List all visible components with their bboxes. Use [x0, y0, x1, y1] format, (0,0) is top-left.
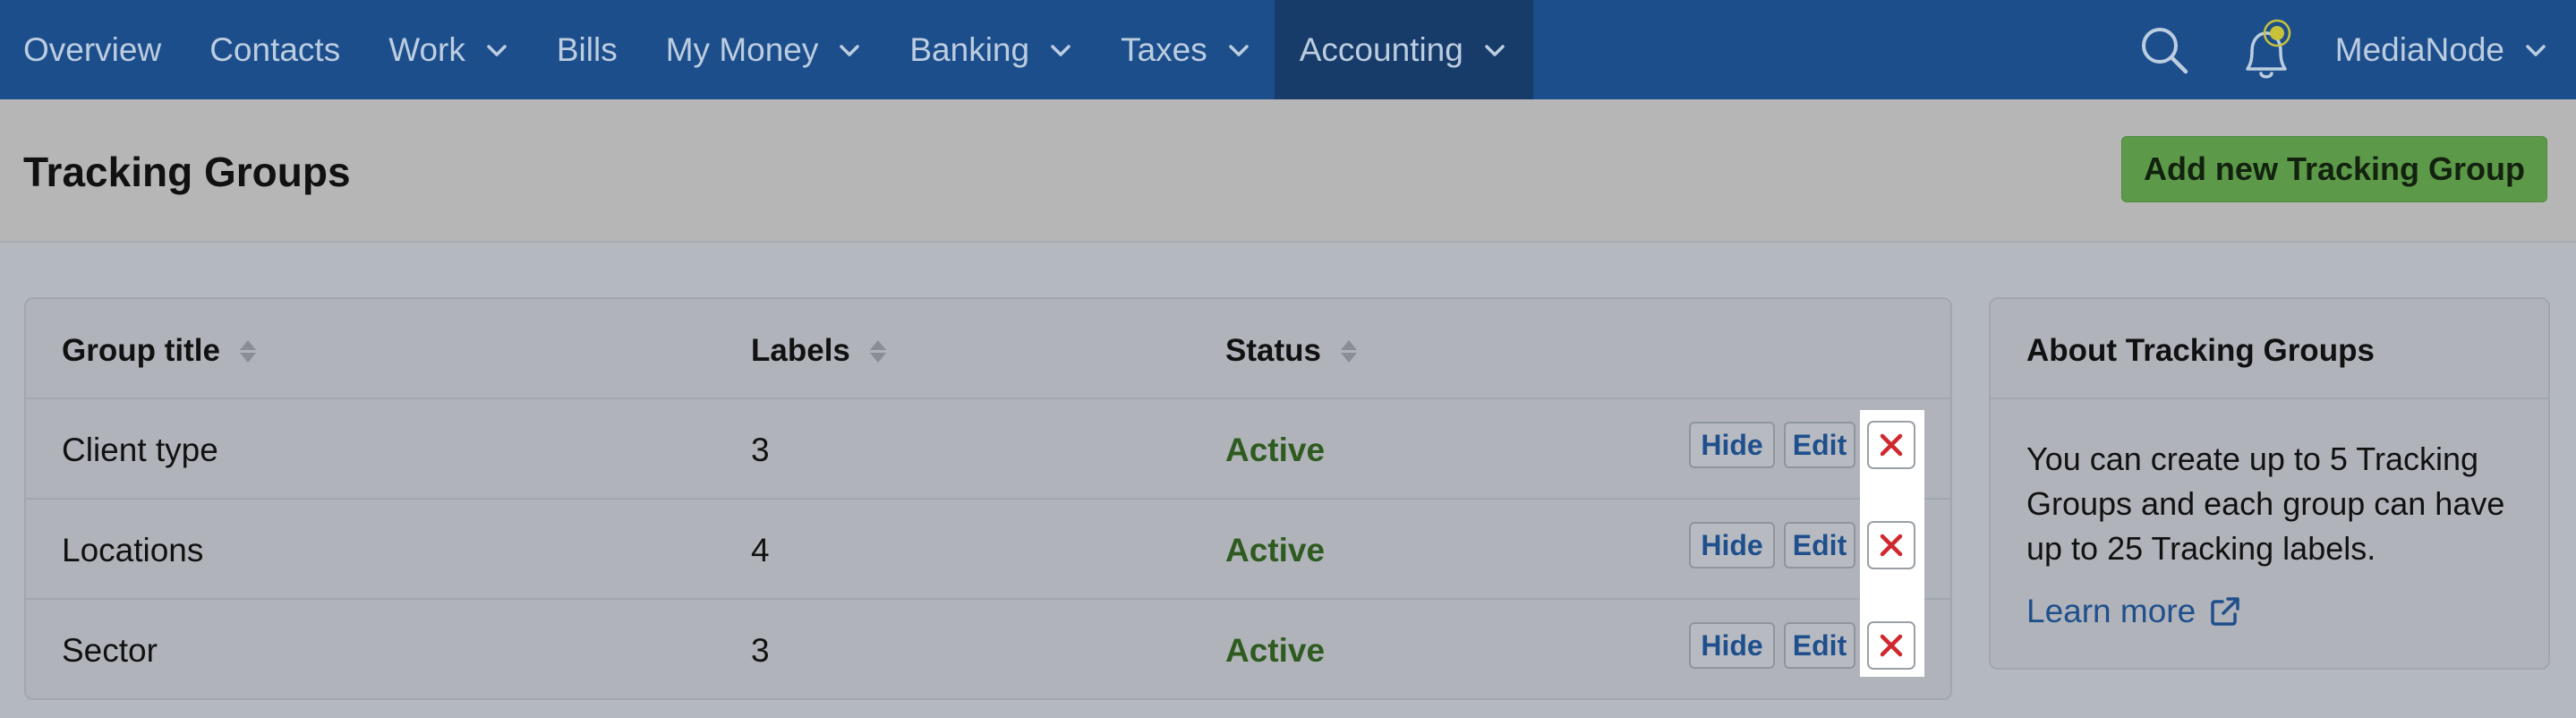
column-label: Labels [751, 333, 850, 368]
delete-button[interactable] [1867, 521, 1915, 569]
nav-item-bills[interactable]: Bills [533, 0, 642, 99]
page-title: Tracking Groups [23, 149, 351, 195]
sort-icon [239, 339, 256, 363]
add-tracking-group-button[interactable]: Add new Tracking Group [2120, 136, 2547, 202]
edit-button[interactable]: Edit [1784, 422, 1855, 468]
nav-label: Work [388, 30, 465, 68]
chevron-down-icon [840, 44, 860, 56]
delete-button[interactable] [1867, 421, 1915, 469]
nav-label: Accounting [1299, 30, 1463, 68]
hide-button[interactable]: Hide [1689, 622, 1775, 669]
table-row: Client type 3 Active Hide Edit [26, 399, 1950, 500]
chevron-down-icon [1485, 44, 1505, 56]
about-text: You can create up to 5 Tracking Groups a… [2026, 440, 2505, 567]
about-tracking-groups-panel: About Tracking Groups You can create up … [1989, 297, 2550, 670]
nav-label: Taxes [1121, 30, 1207, 68]
tracking-groups-table: Group title Labels Status Client type 3 … [24, 297, 1952, 700]
nav-item-banking[interactable]: Banking [885, 0, 1096, 99]
nav-item-contacts[interactable]: Contacts [185, 0, 364, 99]
about-body: You can create up to 5 Tracking Groups a… [1991, 399, 2548, 634]
user-name: MediaNode [2334, 30, 2504, 68]
learn-more-link[interactable]: Learn more [2026, 589, 2521, 634]
column-header-group-title[interactable]: Group title [62, 333, 256, 369]
sort-icon [1340, 339, 1357, 363]
nav-label: Banking [909, 30, 1030, 68]
close-icon [1880, 534, 1903, 557]
nav-right-group: MediaNode [2133, 0, 2576, 99]
labels-count-cell: 3 [751, 432, 770, 468]
top-navigation: Overview Contacts Work Bills My Money Ba… [0, 0, 2576, 99]
chevron-down-icon [1051, 44, 1070, 56]
nav-item-my-money[interactable]: My Money [642, 0, 886, 99]
chevron-down-icon [1229, 44, 1249, 56]
status-cell: Active [1225, 432, 1326, 468]
edit-button[interactable]: Edit [1784, 522, 1855, 568]
status-cell: Active [1225, 532, 1326, 568]
status-cell: Active [1225, 632, 1326, 669]
edit-button[interactable]: Edit [1784, 622, 1855, 669]
nav-item-taxes[interactable]: Taxes [1096, 0, 1275, 99]
group-title-cell: Client type [62, 432, 218, 468]
nav-item-accounting[interactable]: Accounting [1274, 0, 1533, 99]
notification-bell-icon [2246, 19, 2291, 78]
labels-count-cell: 3 [751, 632, 770, 669]
column-label: Status [1225, 333, 1321, 368]
group-title-cell: Sector [62, 632, 158, 669]
labels-count-cell: 4 [751, 532, 770, 568]
learn-more-label: Learn more [2026, 593, 2196, 629]
hide-button[interactable]: Hide [1689, 522, 1775, 568]
column-header-status[interactable]: Status [1225, 333, 1357, 369]
column-label: Group title [62, 333, 220, 368]
nav-item-work[interactable]: Work [364, 0, 533, 99]
chevron-down-icon [487, 44, 507, 56]
search-button[interactable] [2133, 0, 2196, 99]
table-row: Sector 3 Active Hide Edit [26, 600, 1950, 700]
column-header-labels[interactable]: Labels [751, 333, 886, 369]
nav-label: My Money [665, 30, 819, 68]
search-icon [2141, 27, 2188, 73]
external-link-icon [2211, 597, 2239, 626]
about-title: About Tracking Groups [1991, 299, 2548, 399]
table-header: Group title Labels Status [26, 299, 1950, 399]
chevron-down-icon [2526, 44, 2546, 56]
nav-label: Contacts [209, 30, 341, 68]
hide-button[interactable]: Hide [1689, 422, 1775, 468]
nav-label: Bills [556, 30, 618, 68]
close-icon [1880, 433, 1903, 457]
nav-item-overview[interactable]: Overview [0, 0, 185, 99]
sort-icon [869, 339, 886, 363]
page-header: Tracking Groups Add new Tracking Group [0, 99, 2576, 243]
group-title-cell: Locations [62, 532, 204, 568]
notifications-button[interactable] [2237, 0, 2299, 99]
table-row: Locations 4 Active Hide Edit [26, 500, 1950, 600]
delete-button[interactable] [1867, 621, 1915, 670]
user-menu[interactable]: MediaNode [2335, 31, 2576, 69]
close-icon [1880, 634, 1903, 657]
nav-label: Overview [23, 30, 162, 68]
